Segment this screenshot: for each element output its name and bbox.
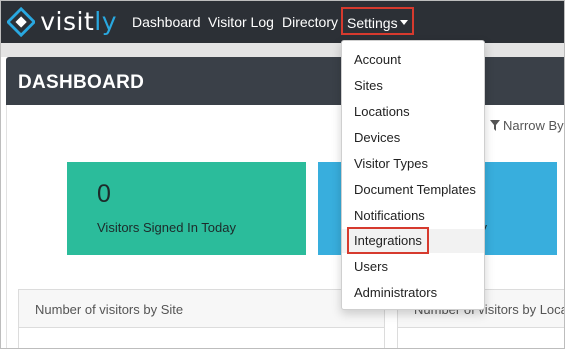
nav-directory[interactable]: Directory <box>282 13 338 31</box>
narrow-by-filter[interactable]: Narrow By <box>490 118 564 134</box>
menu-item-label: Administrators <box>354 285 438 300</box>
nav-visitor-log[interactable]: Visitor Log <box>208 13 274 31</box>
settings-dropdown-menu: Account Sites Locations Devices Visitor … <box>341 40 485 310</box>
integrations-highlight-box <box>347 227 429 254</box>
visitly-logo-icon <box>7 7 36 37</box>
menu-item-administrators[interactable]: Administrators <box>342 281 484 305</box>
menu-item-label: Sites <box>354 78 383 93</box>
menu-item-label: Users <box>354 259 388 274</box>
menu-item-notifications[interactable]: Notifications <box>342 204 484 228</box>
menu-item-devices[interactable]: Devices <box>342 126 484 150</box>
stat-value: 0 <box>97 180 111 208</box>
menu-item-label: Devices <box>354 130 401 145</box>
menu-item-label: Notifications <box>354 208 425 223</box>
panel-title: Number of visitors by Site <box>35 302 184 317</box>
menu-item-label: Account <box>354 52 401 67</box>
page-title: DASHBOARD <box>18 72 145 93</box>
menu-item-document-templates[interactable]: Document Templates <box>342 178 484 202</box>
menu-item-visitor-types[interactable]: Visitor Types <box>342 152 484 176</box>
menu-item-label: Locations <box>354 104 410 119</box>
stat-tile-signed-in: 0 Visitors Signed In Today <box>67 162 306 255</box>
stat-label: Visitors Signed In Today <box>97 220 236 235</box>
top-navbar: visitly Dashboard Visitor Log Directory … <box>1 1 564 43</box>
logo-wordmark: visitly <box>40 7 117 36</box>
app-window: visitly Dashboard Visitor Log Directory … <box>0 0 565 349</box>
menu-item-users[interactable]: Users <box>342 255 484 279</box>
logo[interactable]: visitly <box>7 6 117 38</box>
nav-settings[interactable]: Settings <box>341 7 414 35</box>
menu-item-label: Document Templates <box>354 182 476 197</box>
narrow-by-label: Narrow By <box>503 118 564 133</box>
nav-dashboard[interactable]: Dashboard <box>132 13 201 31</box>
menu-item-locations[interactable]: Locations <box>342 100 484 124</box>
menu-item-sites[interactable]: Sites <box>342 74 484 98</box>
menu-item-account[interactable]: Account <box>342 48 484 72</box>
panel-visitors-by-site: Number of visitors by Site <box>18 289 385 348</box>
nav-settings-label: Settings <box>347 15 398 31</box>
menu-item-label: Visitor Types <box>354 156 428 171</box>
chevron-down-icon <box>400 20 408 25</box>
filter-icon <box>490 120 500 131</box>
